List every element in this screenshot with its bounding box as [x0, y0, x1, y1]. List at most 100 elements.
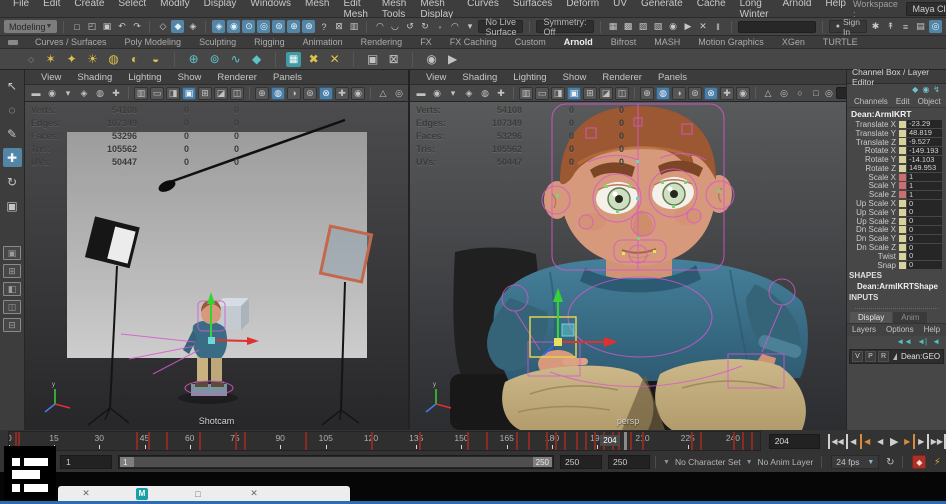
channel-row[interactable]: Scale X 1 [847, 173, 946, 182]
history-icon[interactable]: ◦ [433, 20, 446, 33]
menu-item[interactable]: Windows [243, 0, 298, 20]
panel-menu-item[interactable]: Shading [454, 72, 505, 83]
shelf-tab[interactable]: Bifrost [602, 37, 646, 47]
render-icon[interactable]: ▦ [607, 20, 620, 33]
panel-toolbar-icon[interactable]: ⊕ [640, 87, 654, 100]
panel-toolbar-icon[interactable] [513, 87, 514, 99]
symmetry-dropdown[interactable]: Symmetry: Off [536, 20, 593, 33]
channel-row[interactable]: Twist 0 [847, 252, 946, 261]
snap-icon[interactable]: ⊕ [287, 20, 300, 33]
panel-toolbar-icon[interactable]: ◪ [599, 87, 613, 100]
channel-value-field[interactable]: 0 [907, 244, 942, 252]
panel-menu-item[interactable]: View [33, 72, 69, 83]
panel-toolbar-icon[interactable]: ⊗ [319, 87, 333, 100]
channel-box-menu-item[interactable]: Edit [892, 97, 914, 106]
menu-item[interactable]: UV [606, 0, 634, 20]
panel-toolbar-icon[interactable]: ✚ [720, 87, 734, 100]
shelf-tool-icon[interactable]: ⊠ [385, 51, 402, 68]
channel-row[interactable]: Translate Y 48.819 [847, 129, 946, 138]
panel-toolbar-icon[interactable]: ⊚ [688, 87, 702, 100]
auto-keyframe-toggle[interactable]: ◆ [912, 455, 926, 469]
layout-preset-button[interactable]: ⊞ [3, 264, 21, 278]
workspace-dropdown[interactable]: Maya Classic ▼ [906, 2, 946, 16]
channel-value-field[interactable]: -14.103 [907, 156, 942, 164]
layout-preset-button[interactable]: ▣ [3, 246, 21, 260]
menu-item[interactable]: Mesh [298, 0, 336, 20]
panel-toolbar-icon[interactable]: ⊞ [198, 87, 212, 100]
file-tool-icon[interactable]: □ [70, 20, 83, 33]
panel-toolbar-icon[interactable]: ◫ [615, 87, 629, 100]
history-icon[interactable]: ▾ [463, 20, 476, 33]
channel-value-field[interactable]: -149.193 [907, 147, 942, 155]
shelf-tab[interactable]: Poly Modeling [116, 37, 191, 47]
panel-toolbar-icon[interactable] [249, 87, 250, 99]
panel-toolbar-icon[interactable]: △ [376, 87, 390, 100]
shelf-tool-icon[interactable]: ✕ [326, 51, 343, 68]
viewport-shotcam[interactable]: ViewShadingLightingShowRendererPanels ▬◉… [25, 70, 408, 430]
channel-value-field[interactable]: 1 [907, 191, 942, 199]
viewport-canvas-persp[interactable]: y Verts: 54108 0 0 Edges: 107349 0 0 [410, 102, 846, 430]
shelf-tab[interactable]: TURTLE [814, 37, 867, 47]
playback-button[interactable]: ▶ [916, 434, 929, 449]
maya-app-icon[interactable]: M [114, 488, 170, 500]
panel-toolbar-icon[interactable]: ▬ [29, 87, 43, 100]
panel-toolbar-icon[interactable]: ▭ [535, 87, 549, 100]
panel-toolbar-icon[interactable]: ▾ [61, 87, 75, 100]
anim-layer-dropdown[interactable]: No Anim Layer [755, 457, 817, 467]
search-input[interactable] [738, 21, 816, 33]
toolbox-tool-icon[interactable]: ↻ [3, 172, 22, 191]
panel-toolbar-icon[interactable]: ◎ [777, 87, 791, 100]
layer-editor-menu-item[interactable]: Layers [847, 325, 881, 334]
channel-box-tab[interactable]: Channel Box / Layer Editor [847, 70, 946, 84]
channel-row[interactable]: Rotate X -149.193 [847, 146, 946, 155]
render-icon[interactable]: ▨ [637, 20, 650, 33]
menu-set-dropdown[interactable]: Modeling ▼ [4, 20, 57, 33]
layer-editor-menu-item[interactable]: Options [881, 325, 919, 334]
panel-menu-item[interactable]: Lighting [505, 72, 554, 83]
menu-item[interactable]: Display [197, 0, 244, 20]
channel-box-menu-item[interactable]: Channels [850, 97, 892, 106]
panel-toolbar-icon[interactable]: ◉ [45, 87, 59, 100]
channel-value-field[interactable]: 0 [907, 252, 942, 260]
panel-toolbar-icon[interactable]: ◍ [93, 87, 107, 100]
panel-toolbar-icon[interactable]: ▾ [446, 87, 460, 100]
shelf-tool-icon[interactable]: ✖ [305, 51, 322, 68]
channel-value-field[interactable]: 48.819 [907, 129, 942, 137]
selection-mode-icon[interactable]: ◈ [186, 20, 199, 33]
shelf-tab[interactable]: MASH [645, 37, 689, 47]
shelf-tool-icon[interactable]: ▣ [364, 51, 381, 68]
playback-button[interactable]: ▶▶ [930, 434, 946, 449]
panel-menu-item[interactable]: Panels [650, 72, 695, 83]
layout-preset-button[interactable]: ⊟ [3, 318, 21, 332]
shelf-tool-icon[interactable] [353, 52, 354, 67]
shelf-tool-icon[interactable]: ∿ [227, 51, 244, 68]
panel-menu-item[interactable]: View [418, 72, 454, 83]
shelf-tool-icon[interactable]: ▶ [444, 51, 461, 68]
panel-toolbar-icon[interactable]: □ [809, 87, 823, 100]
layer-editor-icon[interactable]: ◄◄ [896, 337, 912, 346]
panel-toolbar-icon[interactable]: ◨ [166, 87, 180, 100]
shelf-tool-icon[interactable]: ⊚ [206, 51, 223, 68]
render-icon[interactable]: ▧ [652, 20, 665, 33]
shelf-tab[interactable]: XGen [773, 37, 814, 47]
shelf-tab[interactable]: Arnold [555, 37, 602, 47]
channel-box-menu-item[interactable]: Object [914, 97, 945, 106]
fps-dropdown[interactable]: 24 fps ▼ [831, 455, 879, 469]
menu-item[interactable]: Edit [36, 0, 67, 20]
shelf-tool-icon[interactable] [275, 52, 276, 67]
chevron-down-icon[interactable]: ▼ [663, 459, 670, 466]
menu-item[interactable]: Cache [690, 0, 733, 20]
panel-toolbar-icon[interactable]: ○ [793, 87, 807, 100]
panel-toolbar-icon[interactable]: ✚ [109, 87, 123, 100]
range-start-handle[interactable]: 1 [120, 457, 134, 467]
loop-mode-button[interactable]: ↻ [883, 455, 897, 469]
menu-item[interactable]: Arnold [776, 0, 819, 20]
sign-in-button[interactable]: ● Sign In [829, 20, 867, 33]
shelf-tab[interactable]: Motion Graphics [689, 37, 773, 47]
time-slider-ruler[interactable]: 0153045607590105120135150165180195210225… [8, 431, 761, 451]
shelf-tab[interactable]: Animation [294, 37, 352, 47]
panel-toolbar-icon[interactable] [755, 87, 756, 99]
render-icon[interactable]: ▶ [682, 20, 695, 33]
shelf-tool-icon[interactable]: ◆ [248, 51, 265, 68]
panel-toolbar-icon[interactable] [128, 87, 129, 99]
